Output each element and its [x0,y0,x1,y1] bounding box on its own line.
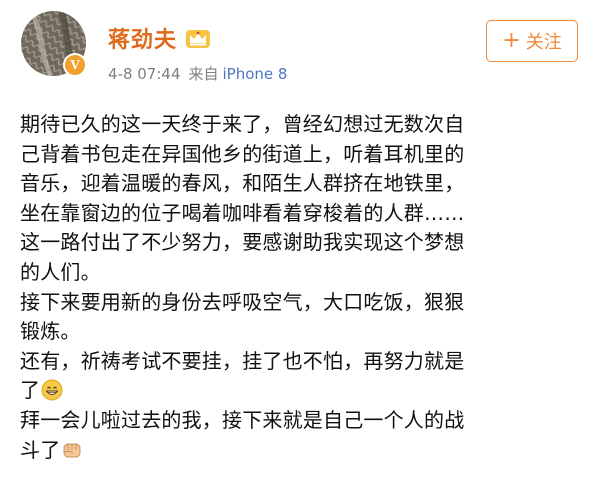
post-text-line: 接下来要用新的身份去呼吸空气，大口吃饭，狠狠 [20,289,465,314]
user-name-row: 蒋劲夫 [108,22,211,54]
verified-badge-icon: V [63,53,87,77]
grinning-emoji-icon [41,379,63,401]
post-text-fragment: 斗了 [20,437,61,462]
post-text-line: 期待已久的这一天终于来了，曾经幻想过无数次自 [20,112,465,136]
device-link[interactable]: iPhone 8 [223,65,288,83]
post-content: 期待已久的这一天终于来了，曾经幻想过无数次自 己背着书包走在异国他乡的街道上，听… [20,110,580,465]
post-text-fragment: 了 [20,378,41,403]
plus-icon: + [502,28,521,53]
follow-button[interactable]: + 关注 [486,20,578,62]
weibo-post: V 蒋劲夫 4-8 07:44 来自 iPhone 8 + 关注 期待已久的这一… [0,0,600,482]
post-text-line: 坐在靠窗边的位子喝着咖啡看着穿梭着的人群…… [20,200,465,225]
username-link[interactable]: 蒋劲夫 [108,22,177,54]
post-timestamp: 4-8 07:44 [108,64,181,83]
crown-icon[interactable] [185,27,211,49]
fist-emoji-icon [63,443,81,458]
post-text-line: 音乐，迎着温暖的春风，和陌生人群挤在地铁里， [20,171,465,196]
post-text-line-with-emoji: 了 [20,376,580,406]
post-text-line: 锻炼。 [20,319,81,344]
post-text-line: 还有，祈祷考试不要挂，挂了也不怕，再努力就是 [20,348,465,373]
post-text-line: 的人们。 [20,259,101,284]
post-text-line-with-emoji: 斗了 [20,436,580,466]
post-meta: 4-8 07:44 来自 iPhone 8 [108,63,287,84]
post-text-line: 这一路付出了不少努力，要感谢助我实现这个梦想 [20,230,465,255]
post-text-line: 己背着书包走在异国他乡的街道上，听着耳机里的 [20,141,465,166]
source-label: 来自 [188,65,219,83]
avatar[interactable]: V [21,11,87,77]
follow-button-label: 关注 [525,32,562,53]
post-text-line: 拜一会儿啦过去的我，接下来就是自己一个人的战 [20,407,465,432]
